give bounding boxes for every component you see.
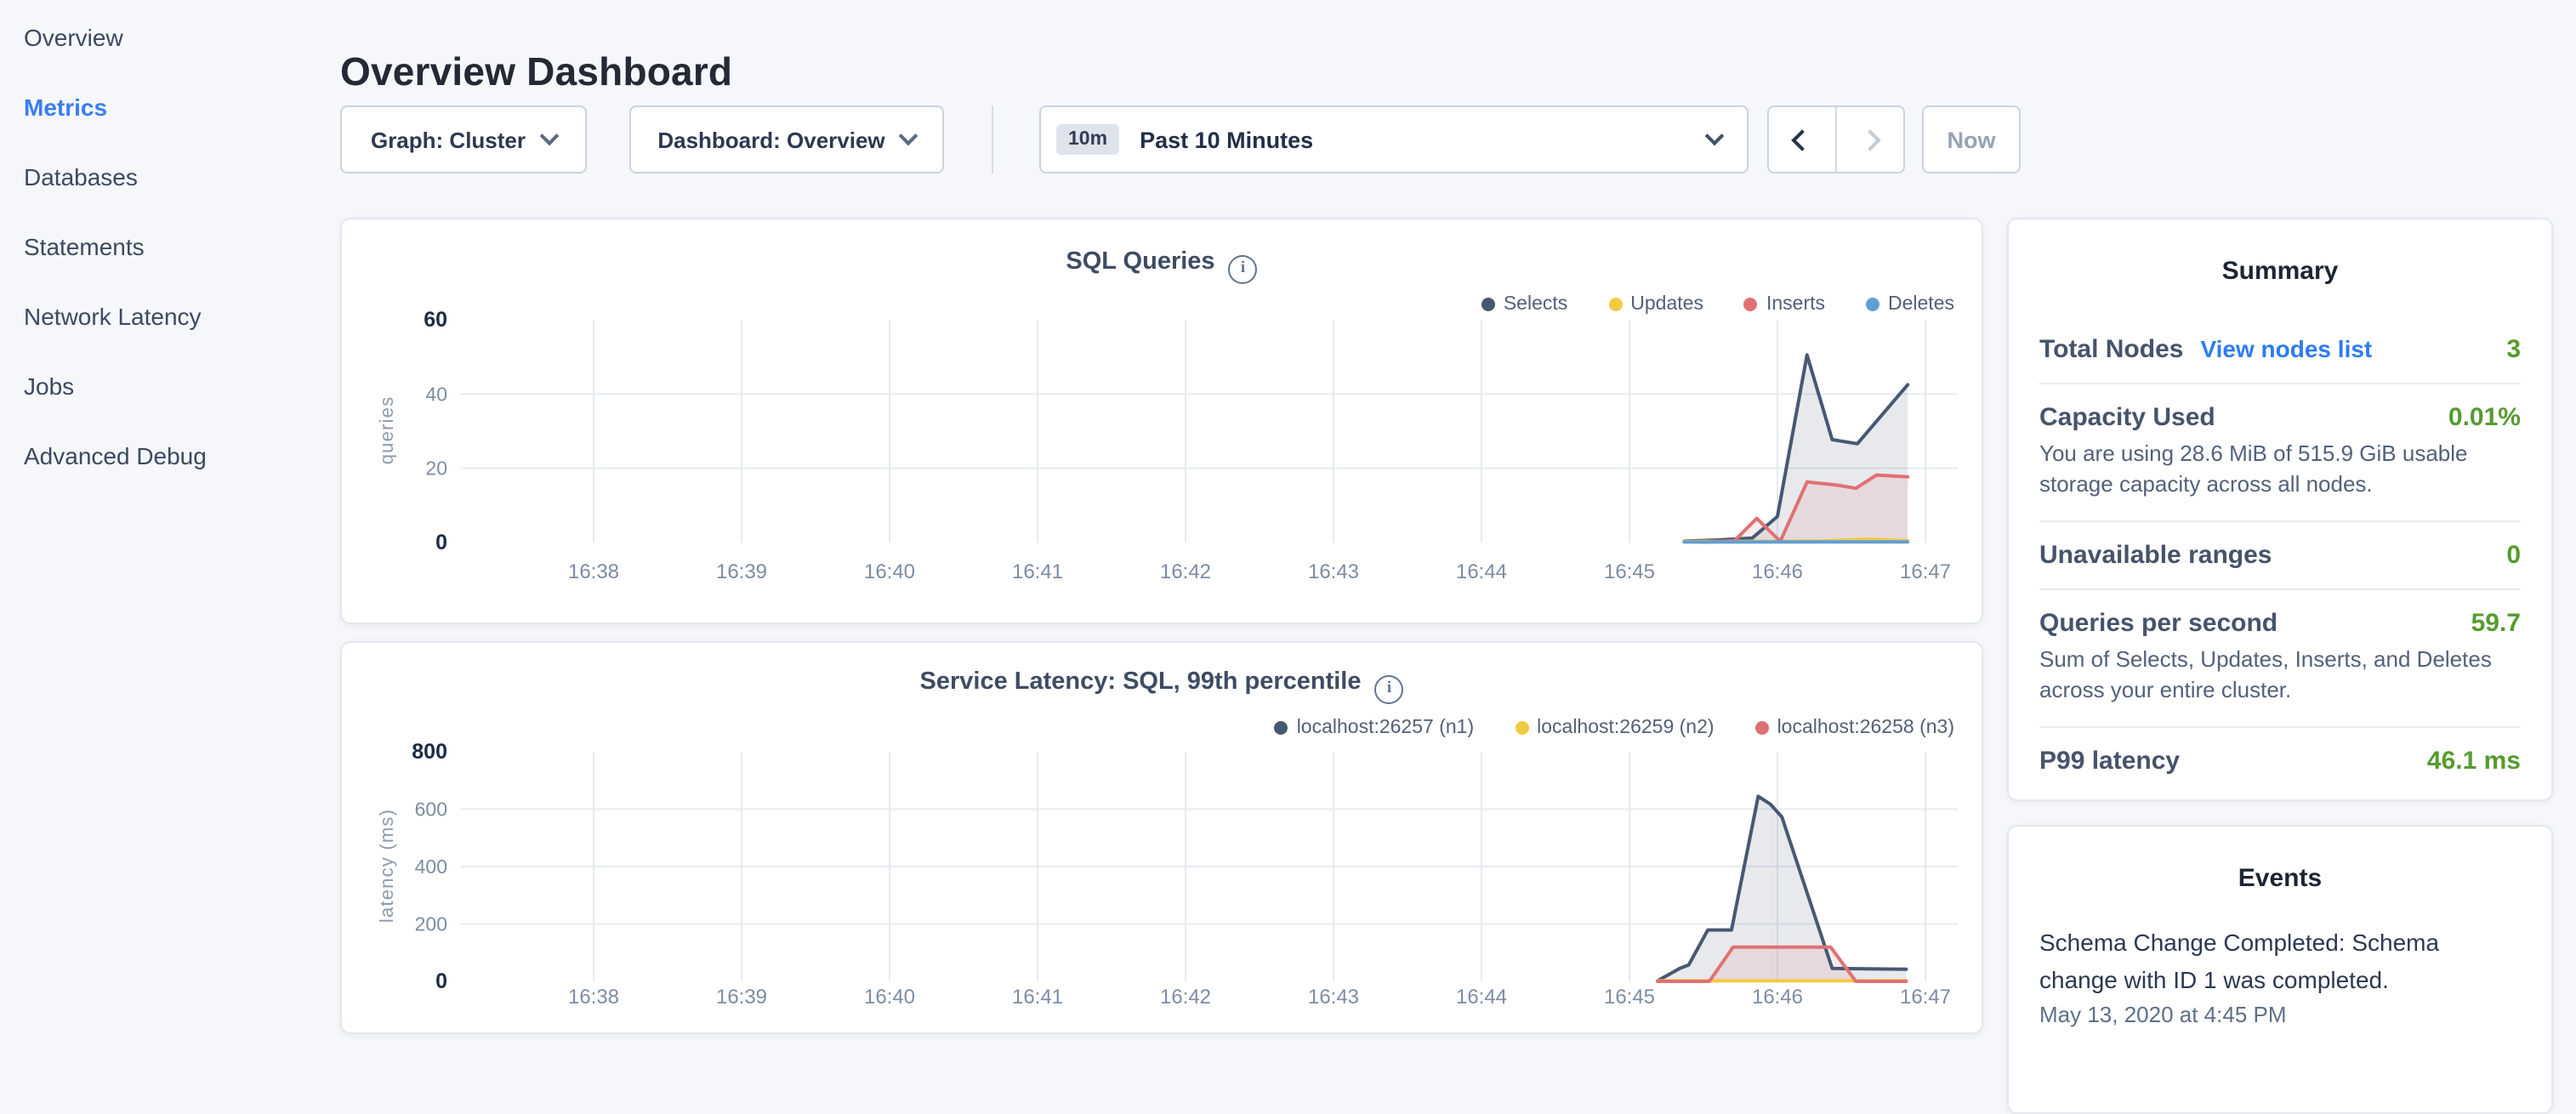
x-tick-label: 16:46 [1752,986,1803,1009]
x-tick-label: 16:45 [1604,986,1655,1009]
summary-row-label: Capacity Used [2039,403,2215,432]
x-tick-label: 16:42 [1160,560,1211,583]
chevron-right-icon [1859,128,1880,150]
time-range-badge: 10m [1056,124,1119,155]
chevron-left-icon [1791,128,1812,150]
controls-bar: Graph: Cluster Dashboard: Overview 10m P… [340,105,2021,173]
summary-row: Queries per second 59.7 Sum of Selects, Up… [2039,590,2521,728]
x-tick-label: 16:45 [1604,560,1655,583]
x-tick-label: 16:44 [1456,560,1507,583]
x-tick-label: 16:41 [1012,560,1063,583]
db-console-metrics-page: OverviewMetricsDatabasesStatementsNetwor… [0,0,2576,1051]
sidebar-item-databases[interactable]: Databases [0,143,340,213]
y-tick-label: 20 [425,458,447,480]
sidebar-nav: OverviewMetricsDatabasesStatementsNetwor… [0,0,340,492]
summary-row-label: P99 latency [2039,747,2180,776]
view-nodes-list-link[interactable]: View nodes list [2200,335,2372,362]
summary-row-value: 0.01% [2448,403,2521,432]
x-tick-label: 16:44 [1456,986,1507,1009]
events-list: Schema Change Completed: Schema change w… [2039,924,2521,1027]
time-back-button[interactable] [1769,107,1835,172]
sidebar-item-statements[interactable]: Statements [0,213,340,282]
summary-row-description: Sum of Selects, Updates, Inserts, and De… [2039,645,2521,708]
y-axis-title: latency (ms) [376,809,397,923]
summary-row-value: 46.1 ms [2427,747,2521,776]
sql-queries-chart-panel: SQL Queriesi SelectsUpdatesInsertsDelete… [340,218,1983,624]
x-tick-label: 16:43 [1308,986,1359,1009]
event-item[interactable]: Schema Change Completed: Schema change w… [2039,924,2521,1027]
sidebar-item-metrics[interactable]: Metrics [0,73,340,143]
y-tick-label: 0 [435,969,447,993]
vertical-divider [992,105,993,173]
now-button[interactable]: Now [1922,105,2021,173]
sidebar-item-advanced-debug[interactable]: Advanced Debug [0,422,340,492]
x-tick-label: 16:39 [716,560,767,583]
service-latency-chart-panel: Service Latency: SQL, 99th percentilei l… [340,641,1983,1034]
page-title: Overview Dashboard [340,47,732,98]
summary-title: Summary [2039,257,2521,286]
events-title: Events [2039,864,2521,893]
summary-row-value: 59.7 [2471,609,2521,638]
summary-panel: Summary Total Nodes View nodes list 3 Capac… [2007,218,2553,801]
x-tick-label: 16:40 [864,986,915,1009]
chevron-down-icon [1705,127,1725,146]
event-timestamp: May 13, 2020 at 4:45 PM [2039,1002,2521,1027]
x-tick-label: 16:46 [1752,560,1803,583]
graph-dropdown[interactable]: Graph: Cluster [340,105,587,173]
time-forward-button[interactable] [1835,107,1903,172]
x-tick-label: 16:38 [568,986,619,1009]
x-tick-label: 16:47 [1900,986,1951,1009]
x-tick-label: 16:39 [716,986,767,1009]
y-tick-label: 200 [415,913,447,935]
y-tick-label: 40 [425,383,447,405]
y-tick-label: 400 [415,855,447,878]
summary-row-label: Total Nodes [2039,335,2183,364]
chevron-down-icon [899,127,918,146]
summary-row: P99 latency 46.1 ms [2039,728,2521,794]
y-tick-label: 800 [412,740,447,764]
y-tick-label: 600 [415,799,447,821]
chevron-down-icon [540,127,560,146]
summary-rows: Total Nodes View nodes list 3 Capacity Used… [2039,316,2521,794]
sidebar-item-jobs[interactable]: Jobs [0,352,340,422]
y-tick-label: 60 [424,308,447,332]
time-range-selector[interactable]: 10m Past 10 Minutes [1039,105,1749,173]
summary-row-description: You are using 28.6 MiB of 515.9 GiB usab… [2039,439,2521,502]
x-tick-label: 16:40 [864,560,915,583]
y-tick-label: 0 [435,531,447,554]
x-tick-label: 16:42 [1160,986,1211,1009]
sql-queries-chart[interactable]: 16:38 16:39 16:40 16:41 16:42 16:43 16:44 16:45… [342,219,1982,622]
summary-row-value: 3 [2506,335,2521,364]
summary-row: Unavailable ranges 0 [2039,522,2521,590]
graph-dropdown-label: Graph: Cluster [371,127,526,152]
sidebar-item-overview[interactable]: Overview [0,3,340,73]
sidebar-item-network-latency[interactable]: Network Latency [0,282,340,352]
y-axis-title: queries [376,396,397,465]
events-panel: Events Schema Change Completed: Schema c… [2007,825,2553,1114]
x-tick-label: 16:43 [1308,560,1359,583]
summary-row-label: Unavailable ranges [2039,541,2272,570]
time-range-label: Past 10 Minutes [1140,127,1313,152]
event-text: Schema Change Completed: Schema change w… [2039,924,2521,998]
dashboard-dropdown-label: Dashboard: Overview [657,127,884,152]
x-tick-label: 16:47 [1900,560,1951,583]
summary-row-label: Queries per second [2039,609,2277,638]
dashboard-dropdown[interactable]: Dashboard: Overview [629,105,944,173]
summary-row: Capacity Used 0.01% You are using 28.6 MiB… [2039,384,2521,522]
service-latency-chart[interactable]: 16:38 16:39 16:40 16:41 16:42 16:43 16:44 16:45… [342,643,1982,1032]
x-tick-label: 16:41 [1012,986,1063,1009]
time-step-buttons [1767,105,1905,173]
x-tick-label: 16:38 [568,560,619,583]
summary-row: Total Nodes View nodes list 3 [2039,316,2521,384]
summary-row-value: 0 [2506,541,2521,570]
